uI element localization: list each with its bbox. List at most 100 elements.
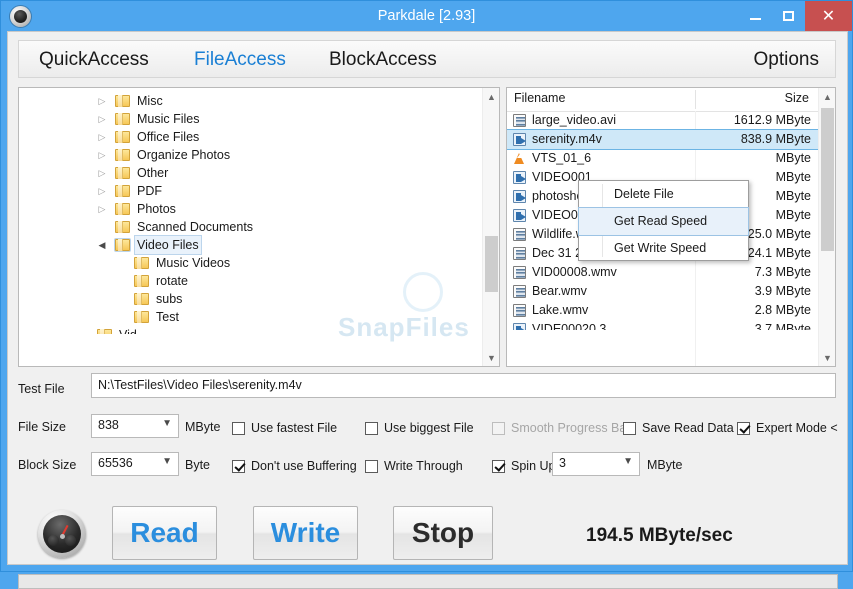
- column-divider[interactable]: [695, 90, 696, 109]
- file-list-header: Filename Size: [507, 88, 835, 112]
- tab-quickaccess[interactable]: QuickAccess: [39, 41, 149, 79]
- folder-icon: [134, 293, 149, 305]
- tree-item-subs[interactable]: subs: [19, 290, 482, 308]
- tree-item-music-videos[interactable]: Music Videos: [19, 254, 482, 272]
- scroll-up-icon[interactable]: ▲: [483, 88, 499, 105]
- read-button[interactable]: Read: [112, 506, 217, 560]
- context-menu-item-get-read-speed[interactable]: Get Read Speed: [578, 207, 749, 236]
- chevron-down-icon[interactable]: ▼: [623, 456, 633, 467]
- tree-item-photos[interactable]: ▷ Photos: [19, 200, 482, 218]
- file-name: serenity.m4v: [532, 132, 602, 146]
- scroll-down-icon[interactable]: ▼: [819, 349, 835, 366]
- tree-item-label: Scanned Documents: [137, 220, 254, 234]
- chevron-right-icon[interactable]: ▷: [97, 182, 107, 200]
- file-size: MByte: [775, 151, 811, 165]
- checkbox-use-biggest-file[interactable]: Use biggest File: [365, 419, 474, 437]
- scroll-down-icon[interactable]: ▼: [483, 349, 499, 366]
- folder-icon: [134, 311, 149, 323]
- table-row[interactable]: large_video.avi 1612.9 MByte: [507, 111, 818, 130]
- tab-blockaccess[interactable]: BlockAccess: [329, 41, 437, 79]
- tree-item-pdf[interactable]: ▷ PDF: [19, 182, 482, 200]
- checkbox-expert-mode[interactable]: Expert Mode <: [737, 419, 838, 437]
- chevron-right-icon[interactable]: ▷: [97, 92, 107, 110]
- tree-item-other[interactable]: ▷ Other: [19, 164, 482, 182]
- checkbox-save-read-data[interactable]: Save Read Data: [623, 419, 734, 437]
- checkbox-box[interactable]: [623, 421, 636, 435]
- tree-item-video-files[interactable]: ◀ Video Files: [19, 235, 482, 255]
- tree-item-label: Vid: [119, 326, 137, 334]
- checkbox-use-fastest-file[interactable]: Use fastest File: [232, 419, 337, 437]
- tree-item-office-files[interactable]: ▷ Office Files: [19, 128, 482, 146]
- tree-item-music-files[interactable]: ▷ Music Files: [19, 110, 482, 128]
- block-size-value: 65536: [98, 456, 133, 470]
- folder-icon: [115, 185, 130, 197]
- file-list-scrollbar[interactable]: ▲ ▼: [818, 88, 835, 366]
- checkbox-box[interactable]: [232, 459, 245, 473]
- test-file-input[interactable]: N:\TestFiles\Video Files\serenity.m4v: [91, 373, 836, 398]
- gauge-hub: [59, 534, 65, 539]
- file-context-menu[interactable]: Delete File Get Read Speed Get Write Spe…: [578, 180, 749, 261]
- film-file-icon: [513, 114, 526, 127]
- chevron-down-icon[interactable]: ▼: [162, 418, 172, 429]
- tree-item-scanned-documents[interactable]: Scanned Documents: [19, 218, 482, 236]
- client-area: QuickAccess FileAccess BlockAccess Optio…: [7, 31, 848, 589]
- close-button[interactable]: ✕: [805, 1, 852, 31]
- table-row[interactable]: VID00008.wmv 7.3 MByte: [507, 263, 818, 282]
- checkbox-box[interactable]: [365, 459, 378, 473]
- checkbox-label: Smooth Progress Bar: [511, 421, 631, 435]
- checkbox-box[interactable]: [232, 421, 245, 435]
- stop-button[interactable]: Stop: [393, 506, 493, 560]
- film-file-icon: [513, 247, 526, 260]
- chevron-right-icon[interactable]: ▷: [97, 164, 107, 182]
- file-size: 2.8 MByte: [754, 303, 811, 317]
- spinup-unit: MByte: [647, 458, 683, 472]
- table-row[interactable]: VTS_01_6 MByte: [507, 149, 818, 168]
- media-file-icon: [513, 209, 526, 222]
- folder-tree-panel[interactable]: ▷ Misc ▷ Music Files ▷ Office Files ▷ Or…: [18, 87, 500, 367]
- table-row[interactable]: serenity.m4v 838.9 MByte: [507, 129, 818, 150]
- context-menu-item-get-write-speed[interactable]: Get Write Speed: [579, 235, 748, 262]
- spinup-size-combo[interactable]: 3 ▼: [552, 452, 640, 476]
- file-name: large_video.avi: [532, 113, 617, 127]
- column-header-filename[interactable]: Filename: [514, 91, 565, 105]
- write-button[interactable]: Write: [253, 506, 358, 560]
- table-row[interactable]: Bear.wmv 3.9 MByte: [507, 282, 818, 301]
- progress-bar: [18, 574, 838, 589]
- chevron-right-icon[interactable]: ▷: [97, 128, 107, 146]
- chevron-right-icon[interactable]: ▷: [97, 146, 107, 164]
- file-size-combo[interactable]: 838 ▼: [91, 414, 179, 438]
- tree-item-misc[interactable]: ▷ Misc: [19, 92, 482, 110]
- table-row[interactable]: Lake.wmv 2.8 MByte: [507, 301, 818, 320]
- folder-icon: [115, 221, 130, 233]
- checkbox-write-through[interactable]: Write Through: [365, 457, 463, 475]
- tree-item-organize-photos[interactable]: ▷ Organize Photos: [19, 146, 482, 164]
- tree-item-label: Office Files: [137, 130, 200, 144]
- checkbox-dont-use-buffering[interactable]: Don't use Buffering: [232, 457, 357, 475]
- folder-tree[interactable]: ▷ Misc ▷ Music Files ▷ Office Files ▷ Or…: [19, 88, 482, 366]
- file-list-scroll-thumb[interactable]: [821, 108, 834, 251]
- block-size-combo[interactable]: 65536 ▼: [91, 452, 179, 476]
- checkbox-spin-up[interactable]: Spin Up: [492, 457, 555, 475]
- checkbox-box[interactable]: [737, 421, 750, 435]
- context-menu-item-delete-file[interactable]: Delete File: [579, 181, 748, 208]
- chevron-right-icon[interactable]: ▷: [97, 110, 107, 128]
- maximize-button[interactable]: [772, 1, 805, 31]
- tree-item-vid[interactable]: Vid: [19, 326, 482, 334]
- chevron-right-icon[interactable]: ▷: [97, 200, 107, 218]
- chevron-down-icon[interactable]: ◀: [97, 236, 107, 254]
- tree-scroll-thumb[interactable]: [485, 236, 498, 292]
- column-header-size[interactable]: Size: [785, 91, 809, 105]
- minimize-button[interactable]: [739, 1, 772, 31]
- tree-scrollbar[interactable]: ▲ ▼: [482, 88, 499, 366]
- checkbox-box[interactable]: [492, 459, 505, 473]
- chevron-down-icon[interactable]: ▼: [162, 456, 172, 467]
- tree-item-rotate[interactable]: rotate: [19, 272, 482, 290]
- table-row[interactable]: VIDE00020 3 3.7 MByte: [507, 320, 818, 330]
- scroll-up-icon[interactable]: ▲: [819, 88, 835, 105]
- file-size: 3.7 MByte: [754, 322, 811, 330]
- tab-options[interactable]: Options: [754, 41, 819, 79]
- checkbox-box[interactable]: [365, 421, 378, 435]
- tree-item-test[interactable]: Test: [19, 308, 482, 326]
- tab-fileaccess[interactable]: FileAccess: [194, 41, 286, 79]
- vlc-file-icon: [513, 152, 526, 165]
